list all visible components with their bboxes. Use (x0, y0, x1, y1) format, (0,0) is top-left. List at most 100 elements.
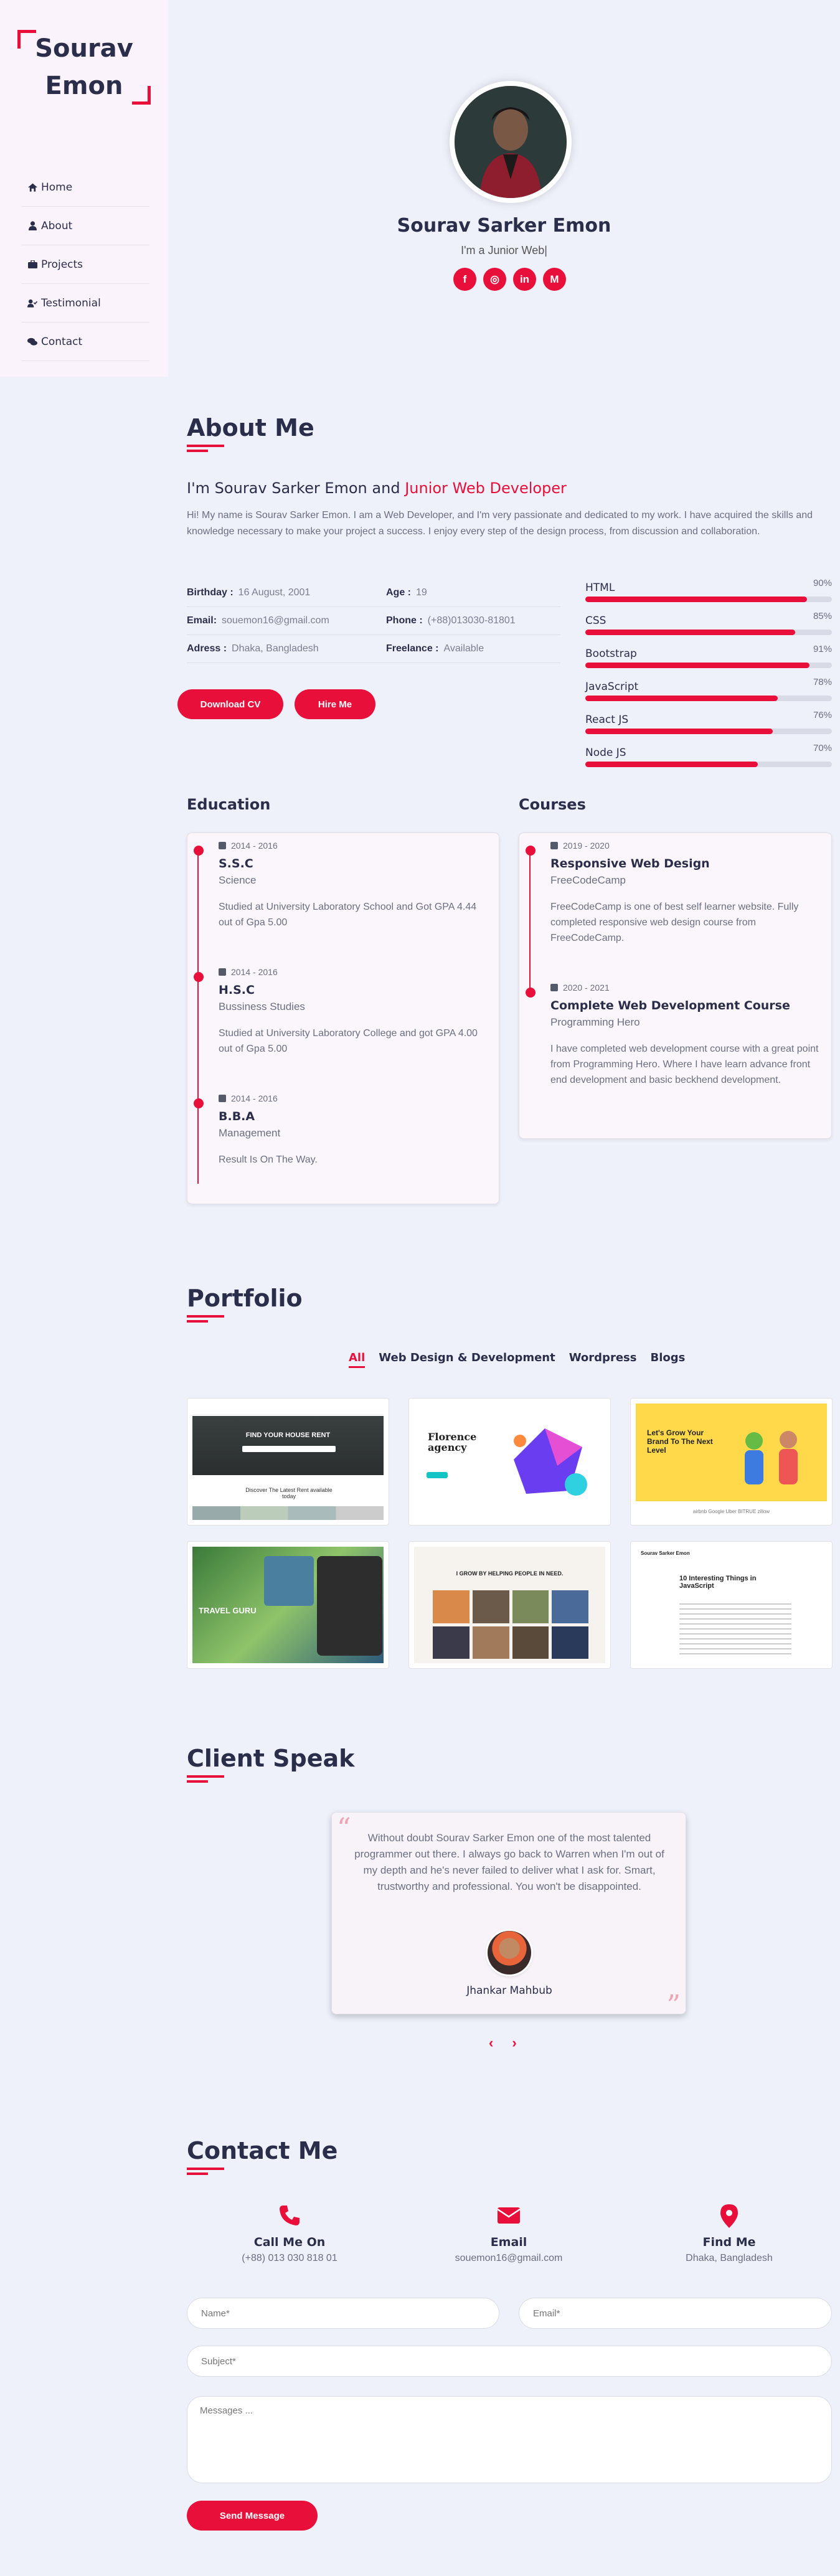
info-key: Birthday : (187, 587, 234, 598)
profile-avatar (450, 81, 572, 203)
timeline-desc: Studied at University Laboratory College… (219, 1028, 478, 1054)
nav-item-about[interactable]: About (21, 207, 149, 245)
filter-wordpress[interactable]: Wordpress (569, 1351, 637, 1368)
skill-name: CSS (585, 615, 606, 627)
skill-percent: 85% (813, 611, 832, 621)
timeline-date: 2014 - 2016 (231, 1093, 278, 1103)
about-title: About Me (187, 414, 314, 441)
testimonial-card: “ Without doubt Sourav Sarker Emon one o… (331, 1812, 686, 2021)
comments-icon (27, 337, 37, 347)
title-underline (187, 1775, 224, 1778)
quote-open-icon: “ (337, 1813, 351, 1844)
title-underline-short (187, 450, 208, 452)
skill-bar: React JS 76% (585, 706, 832, 739)
info-key: Phone : (386, 615, 423, 626)
nav-label-testimonial: Testimonial (41, 296, 101, 309)
thumb-caption: Florence agency (428, 1431, 477, 1453)
portfolio-item[interactable]: TRAVEL GURU (187, 1541, 389, 1669)
logo-line2: Emon (45, 72, 123, 100)
title-underline (187, 2168, 224, 2170)
skill-name: Bootstrap (585, 648, 637, 660)
info-value: (+88)013030-81801 (427, 615, 516, 626)
thumb-caption: Discover The Latest Rent available today (245, 1487, 333, 1499)
skill-bar: Node JS 70% (585, 739, 832, 772)
nav-label-contact: Contact (41, 335, 83, 348)
portfolio-item[interactable]: Let's Grow Your Brand To The Next Level … (630, 1398, 833, 1526)
timeline-desc: Studied at University Laboratory School … (219, 902, 477, 928)
testimonial-title: Client Speak (187, 1745, 355, 1772)
calendar-icon (550, 842, 558, 849)
send-message-button[interactable]: Send Message (187, 2501, 318, 2531)
linkedin-icon[interactable]: in (513, 268, 536, 291)
thumb-caption: I GROW BY HELPING PEOPLE IN NEED. (456, 1570, 564, 1577)
contact-title: Contact Me (187, 2137, 338, 2164)
nav-item-home[interactable]: Home (21, 168, 149, 207)
contact-card-value: souemon16@gmail.com (455, 2253, 563, 2263)
timeline-item: 2014 - 2016 H.S.C Bussiness Studies Stud… (194, 960, 530, 1057)
timeline-desc: I have completed web development course … (550, 1044, 819, 1085)
email-field[interactable]: Email* (519, 2298, 832, 2329)
skill-name: React JS (585, 714, 629, 726)
info-key: Freelance : (386, 643, 439, 654)
filter-blogs[interactable]: Blogs (650, 1351, 685, 1368)
skill-percent: 90% (813, 578, 832, 588)
calendar-icon (219, 1095, 226, 1102)
social-links: f ◎ in M (453, 268, 566, 291)
portfolio-item[interactable]: I GROW BY HELPING PEOPLE IN NEED. (408, 1541, 611, 1669)
thumb-caption: 10 Interesting Things in JavaScript (679, 1575, 757, 1590)
education-timeline: 2014 - 2016 S.S.C Science Studied at Uni… (187, 833, 499, 1204)
nav-item-contact[interactable]: Contact (21, 323, 149, 361)
timeline-item: 2014 - 2016 S.S.C Science Studied at Uni… (194, 833, 530, 930)
skill-name: Node JS (585, 747, 626, 759)
info-value: Available (443, 643, 484, 654)
quote-close-icon: ” (666, 1989, 681, 2021)
portfolio-title: Portfolio (187, 1285, 303, 1312)
timeline-org: FreeCodeCamp (550, 874, 626, 886)
gmail-icon[interactable]: M (543, 268, 566, 291)
filter-all[interactable]: All (349, 1351, 366, 1368)
skill-name: JavaScript (585, 681, 639, 693)
timeline-date: 2019 - 2020 (563, 841, 610, 851)
timeline-date: 2014 - 2016 (231, 841, 278, 851)
timeline-dot (194, 846, 204, 856)
logo-corner-top-left (17, 30, 36, 49)
portfolio-item[interactable]: FIND YOUR HOUSE RENT Discover The Latest… (187, 1398, 389, 1526)
timeline-date: 2014 - 2016 (231, 967, 278, 977)
info-key: Email: (187, 615, 217, 626)
main-content: Sourav Sarker Emon I'm a Junior Web| f ◎… (168, 0, 840, 2576)
hire-me-button[interactable]: Hire Me (295, 689, 375, 719)
portfolio-item[interactable]: Sourav Sarker Emon 10 Interesting Things… (630, 1541, 833, 1669)
timeline-org: Programming Hero (550, 1016, 640, 1028)
next-arrow-icon[interactable]: › (512, 2035, 516, 2051)
contact-card-title: Find Me (702, 2235, 756, 2249)
nav-item-projects[interactable]: Projects (21, 245, 149, 284)
message-field[interactable]: Messages ... (187, 2396, 832, 2483)
timeline-dot (194, 1098, 204, 1108)
skills-list: HTML 90% CSS 85% Bootstrap 91% JavaScript 78… (585, 574, 832, 772)
carousel-controls: ‹ › (489, 2035, 517, 2051)
subject-field[interactable]: Subject* (187, 2346, 832, 2377)
skill-bar: CSS 85% (585, 607, 832, 640)
instagram-icon[interactable]: ◎ (483, 268, 506, 291)
briefcase-icon (27, 260, 37, 270)
timeline-desc: Result Is On The Way. (219, 1154, 318, 1165)
timeline-dot (526, 988, 536, 998)
contact-card-value: Dhaka, Bangladesh (686, 2253, 773, 2263)
facebook-icon[interactable]: f (453, 268, 476, 291)
thumb-caption: Sourav Sarker Emon (641, 1550, 690, 1556)
info-value: 19 (416, 587, 427, 598)
info-row: Adress : Dhaka, Bangladesh Freelance : Ava… (187, 635, 560, 663)
logo[interactable]: Sourav Emon (17, 30, 151, 105)
logo-line1: Sourav (35, 34, 133, 63)
courses-timeline: 2019 - 2020 Responsive Web Design FreeCo… (519, 833, 832, 1139)
prev-arrow-icon[interactable]: ‹ (489, 2035, 493, 2051)
download-cv-button[interactable]: Download CV (177, 689, 283, 719)
skill-fill (585, 630, 795, 635)
nav-item-testimonial[interactable]: Testimonial (21, 284, 149, 323)
skill-fill (585, 597, 808, 602)
timeline-date: 2020 - 2021 (563, 983, 610, 993)
skill-bar: HTML 90% (585, 574, 832, 607)
name-field[interactable]: Name* (187, 2298, 499, 2329)
filter-web-design[interactable]: Web Design & Development (379, 1351, 555, 1368)
portfolio-item[interactable]: Florence agency (408, 1398, 611, 1526)
